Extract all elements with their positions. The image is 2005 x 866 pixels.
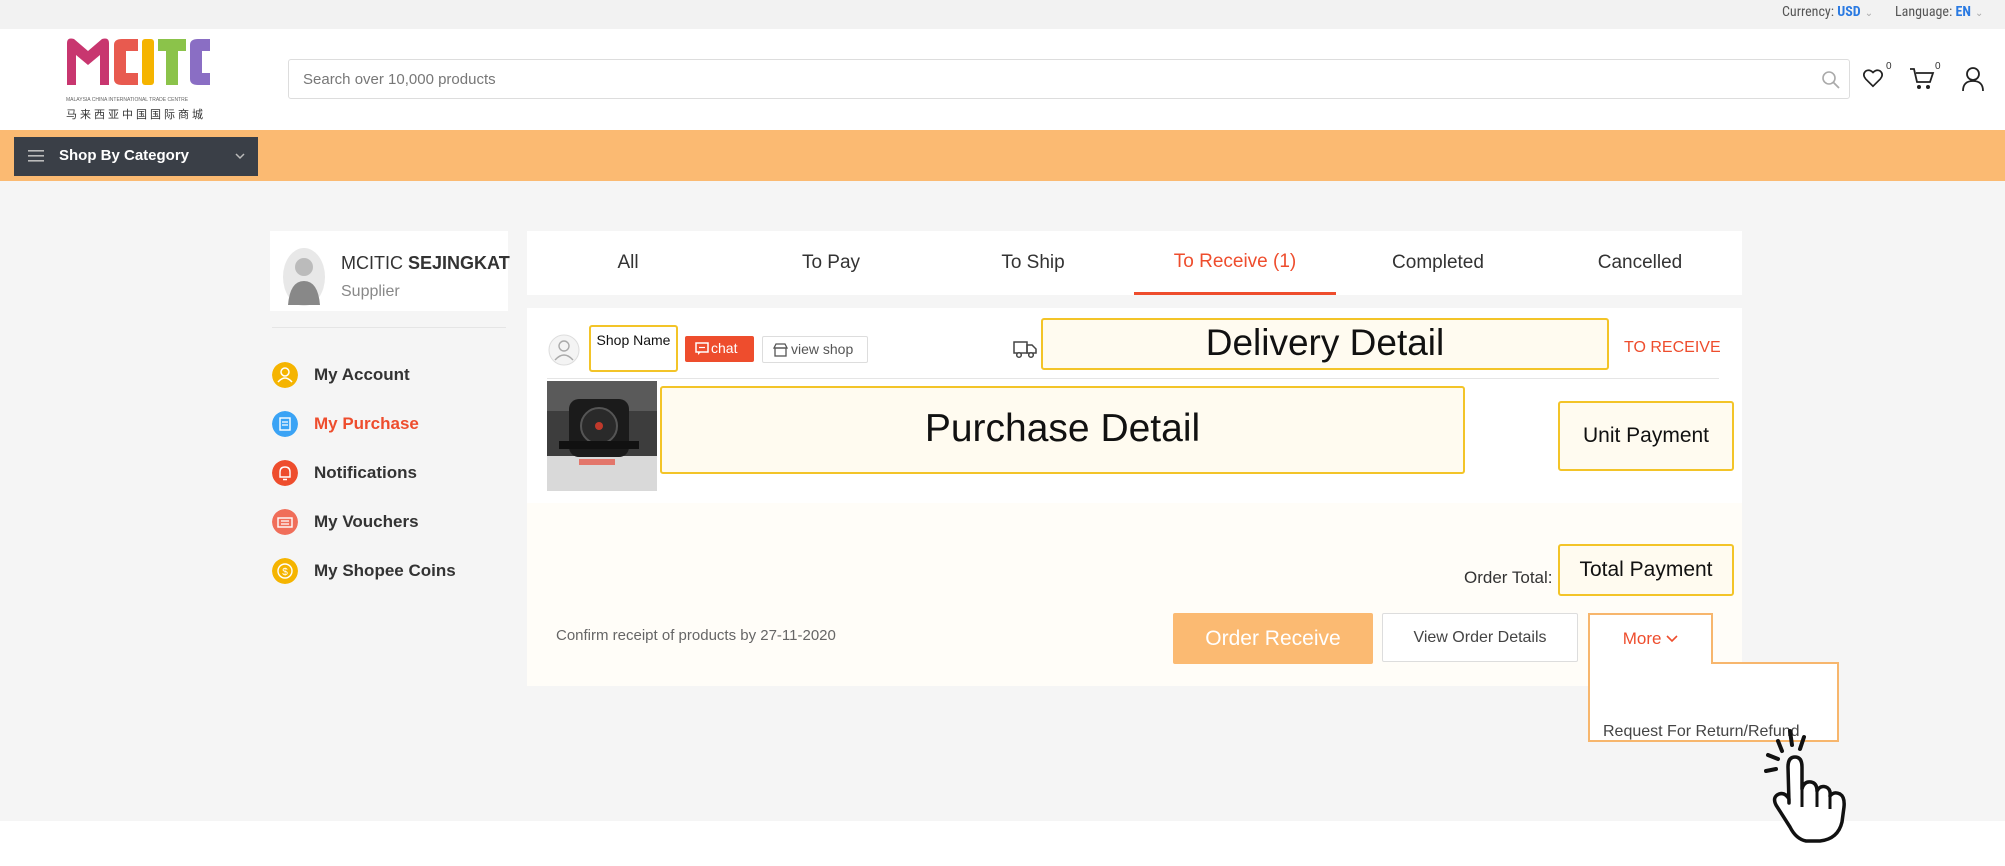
tab-to-pay[interactable]: To Pay	[730, 231, 932, 295]
avatar[interactable]	[282, 247, 326, 307]
sidebar-item-notifications[interactable]: Notifications	[272, 458, 512, 488]
category-label: Shop By Category	[59, 147, 190, 164]
sidebar-item-label: Notifications	[314, 463, 417, 482]
view-order-details-button[interactable]: View Order Details	[1382, 613, 1578, 662]
logo-subtitle-en: MALAYSIA CHINA INTERNATIONAL TRADE CENTR…	[66, 97, 189, 103]
chevron-down-icon	[235, 153, 245, 160]
language-selector[interactable]: Language: EN ⌄	[1895, 4, 1983, 20]
tab-to-ship[interactable]: To Ship	[932, 231, 1134, 295]
shop-avatar-icon	[548, 334, 580, 366]
pointer-hand-icon	[1764, 729, 1846, 843]
sidebar-item-my-purchase[interactable]: My Purchase	[272, 409, 512, 439]
search-icon[interactable]	[1821, 70, 1841, 90]
tab-completed[interactable]: Completed	[1337, 231, 1539, 295]
site-logo[interactable]: MALAYSIA CHINA INTERNATIONAL TRADE CENTR…	[64, 35, 210, 123]
currency-selector[interactable]: Currency: USD ⌄	[1782, 4, 1873, 20]
more-label: More	[1622, 629, 1662, 648]
account-icon	[272, 362, 298, 388]
menu-icon	[28, 150, 44, 162]
clipboard-icon	[272, 411, 298, 437]
sidebar-item-label: My Shopee Coins	[314, 561, 456, 580]
view-shop-button[interactable]: view shop	[762, 336, 868, 363]
category-bar: Shop By Category	[0, 130, 2005, 181]
chevron-down-icon: ⌄	[1974, 8, 1984, 19]
user-icon	[1962, 67, 1984, 92]
currency-label: Currency:	[1782, 4, 1835, 20]
language-value: EN	[1955, 4, 1971, 20]
logo-subtitle-cn: 马来西亚中国国际商城	[66, 108, 206, 121]
tab-all[interactable]: All	[527, 231, 729, 295]
order-status: TO RECEIVE	[1624, 339, 1721, 356]
cart-count: 0	[1935, 61, 1941, 72]
shop-by-category-button[interactable]: Shop By Category	[14, 137, 258, 176]
sidebar-item-label: My Purchase	[314, 414, 419, 433]
shop-icon	[773, 343, 788, 357]
language-label: Language:	[1895, 4, 1953, 20]
chat-icon	[695, 342, 709, 355]
wishlist-count: 0	[1886, 61, 1892, 72]
cart-button[interactable]: 0	[1909, 61, 1941, 97]
logo-mark-icon	[67, 38, 210, 85]
sidebar-item-my-vouchers[interactable]: My Vouchers	[272, 507, 512, 537]
svg-text:$: $	[282, 567, 288, 578]
dropdown-joint	[1590, 662, 1711, 664]
order-total-label: Order Total:	[1464, 568, 1553, 587]
bell-icon	[272, 460, 298, 486]
tab-cancelled[interactable]: Cancelled	[1539, 231, 1741, 295]
truck-icon	[1013, 341, 1037, 359]
sidebar-item-my-shopee-coins[interactable]: $ My Shopee Coins	[272, 556, 512, 586]
site-header: MALAYSIA CHINA INTERNATIONAL TRADE CENTR…	[0, 29, 2005, 130]
sidebar-item-label: My Account	[314, 365, 410, 384]
product-image[interactable]	[547, 381, 657, 491]
purchase-tabs: All To Pay To Ship To Receive (1) Comple…	[527, 231, 1742, 295]
user-name-second: SEJINGKAT	[408, 253, 510, 273]
search-input[interactable]	[303, 68, 1783, 90]
user-role: Supplier	[341, 283, 400, 300]
account-button[interactable]	[1961, 66, 1987, 94]
top-bar: Currency: USD ⌄ Language: EN ⌄	[0, 0, 2005, 29]
order-divider	[547, 378, 1719, 379]
purchase-detail[interactable]: Purchase Detail	[660, 386, 1465, 474]
delivery-detail[interactable]: Delivery Detail	[1041, 318, 1609, 370]
chat-button[interactable]: chat	[685, 336, 754, 362]
shop-name[interactable]: Shop Name	[589, 325, 678, 372]
sidebar-item-label: My Vouchers	[314, 512, 419, 531]
search-bar	[288, 59, 1850, 99]
user-name-first: MCITIC	[341, 253, 403, 273]
heart-icon	[1863, 69, 1883, 88]
order-receive-button[interactable]: Order Receive	[1173, 613, 1373, 664]
view-shop-label: view shop	[791, 341, 854, 357]
wishlist-button[interactable]: 0	[1862, 61, 1892, 97]
currency-value: USD	[1837, 4, 1861, 20]
chevron-down-icon: ⌄	[1864, 8, 1874, 19]
main-content: MCITIC SEJINGKAT Supplier My Account My …	[0, 181, 2005, 843]
product-photo	[547, 381, 657, 491]
user-name: MCITIC SEJINGKAT	[341, 253, 510, 274]
cart-icon	[1910, 68, 1935, 89]
more-button[interactable]: More	[1588, 613, 1713, 662]
total-payment: Total Payment	[1558, 544, 1734, 596]
voucher-icon	[272, 509, 298, 535]
confirm-receipt-text: Confirm receipt of products by 27-11-202…	[556, 627, 836, 644]
profile-card: MCITIC SEJINGKAT Supplier	[270, 231, 510, 311]
chat-label: chat	[711, 340, 738, 356]
unit-payment: Unit Payment	[1558, 401, 1734, 471]
sidebar-divider	[272, 327, 506, 328]
tab-to-receive[interactable]: To Receive (1)	[1134, 231, 1336, 295]
chevron-down-icon	[1666, 635, 1678, 643]
sidebar-item-my-account[interactable]: My Account	[272, 360, 512, 390]
coin-icon: $	[272, 558, 298, 584]
